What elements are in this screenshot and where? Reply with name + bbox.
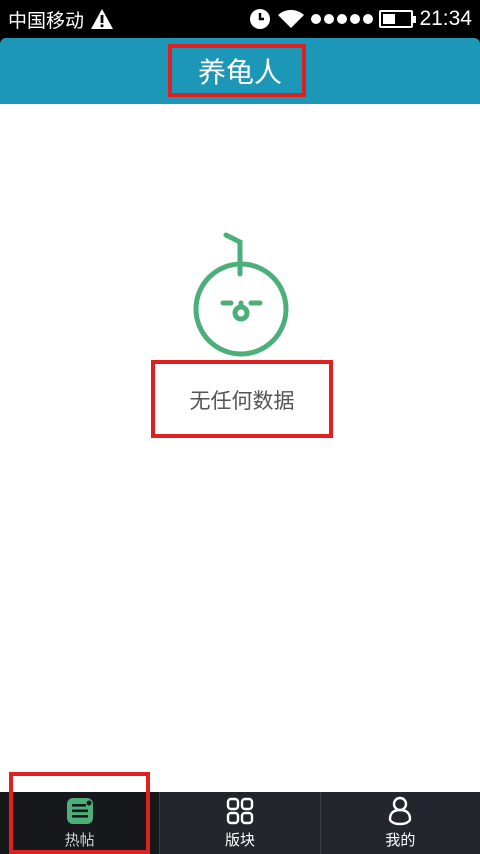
warning-icon [91,9,114,29]
bottom-nav: 热帖 版块 我的 [0,792,480,854]
tab-label: 我的 [385,831,416,849]
tab-sections[interactable]: 版块 [160,792,321,854]
page-title: 养龟人 [197,56,282,89]
tab-profile[interactable]: 我的 [321,792,480,854]
signal-icon [311,14,374,24]
tab-label: 热帖 [64,831,95,849]
tab-hot-posts[interactable]: 热帖 [0,792,161,854]
carrier-label: 中国移动 [8,9,85,32]
app-header: 养龟人 [0,38,480,104]
posts-icon [66,798,93,824]
wifi-icon [278,9,305,28]
battery-icon [379,10,417,28]
empty-message: 无任何数据 [189,389,295,413]
alarm-icon [250,9,271,29]
clock: 21:34 [419,7,472,30]
grid-icon [226,797,254,825]
status-bar: 中国移动 21:34 [0,0,480,38]
content-area: 无任何数据 [0,104,480,792]
profile-icon [389,796,412,826]
status-icons: 21:34 [249,7,472,31]
empty-face-icon [193,232,289,357]
tab-label: 版块 [224,831,255,849]
